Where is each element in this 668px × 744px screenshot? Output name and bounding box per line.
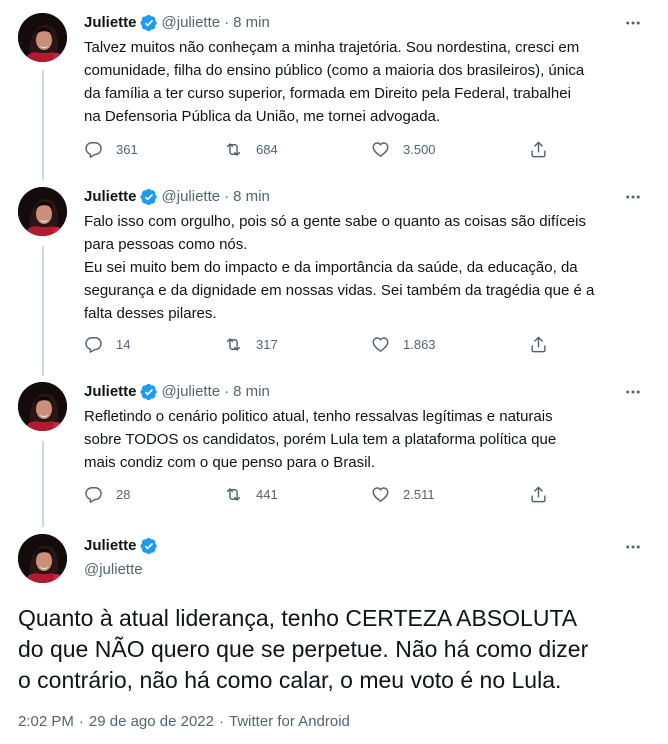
retweet-count: 317: [256, 337, 278, 352]
tweet-date[interactable]: 29 de ago de 2022: [89, 713, 214, 730]
share-icon: [529, 485, 548, 504]
tweet-source[interactable]: Twitter for Android: [229, 713, 350, 730]
tweet-text: Falo isso com orgulho, pois só a gente s…: [84, 213, 595, 322]
separator-dot: ·: [78, 713, 84, 730]
more-icon[interactable]: [624, 383, 642, 401]
main-tweet-text: Quanto à atual liderança, tenho CERTEZA …: [18, 605, 589, 693]
share-button[interactable]: [529, 485, 561, 504]
tweet-actions: 14 317 1.863: [84, 335, 559, 359]
more-icon[interactable]: [624, 538, 642, 556]
avatar[interactable]: [18, 187, 67, 236]
share-icon: [529, 335, 548, 354]
reply-count: 28: [116, 487, 131, 502]
reply-icon: [84, 485, 103, 504]
separator-dot: ·: [219, 713, 224, 730]
verified-badge-icon: [140, 383, 158, 401]
retweet-count: 441: [256, 487, 278, 502]
reply-icon: [84, 140, 103, 159]
verified-badge-icon: [140, 188, 158, 206]
author-handle[interactable]: @juliette: [162, 382, 221, 402]
like-button[interactable]: 3.500: [371, 140, 436, 159]
reply-icon: [84, 335, 103, 354]
like-count: 2.511: [403, 487, 435, 502]
tweet-timestamp[interactable]: 2:02 PM: [18, 713, 74, 730]
more-icon[interactable]: [624, 188, 642, 206]
reply-button[interactable]: 361: [84, 140, 138, 159]
tweet-thread: Juliette @juliette · 8 min Talvez muitos…: [0, 0, 668, 744]
separator-dot: ·: [224, 188, 230, 205]
avatar[interactable]: [18, 534, 67, 583]
retweet-icon: [224, 335, 243, 354]
share-icon: [529, 140, 548, 159]
thread-line: [42, 246, 44, 376]
tweet-header: Juliette @juliette · 8 min: [84, 382, 270, 402]
separator-dot: ·: [224, 383, 230, 400]
reply-button[interactable]: 14: [84, 335, 130, 354]
like-icon: [371, 335, 390, 354]
retweet-button[interactable]: 317: [224, 335, 278, 354]
verified-badge-icon: [140, 14, 158, 32]
like-button[interactable]: 1.863: [371, 335, 436, 354]
tweet-actions: 361 684 3.500: [84, 140, 559, 164]
reply-count: 361: [116, 142, 138, 157]
author-name[interactable]: Juliette: [84, 13, 137, 33]
author-handle[interactable]: @juliette: [84, 560, 162, 580]
tweet-text: Talvez muitos não conheçam a minha traje…: [84, 39, 585, 125]
tweet-header: Juliette @juliette · 8 min: [84, 13, 270, 33]
author-name[interactable]: Juliette: [84, 187, 137, 207]
like-count: 1.863: [403, 337, 436, 352]
reply-count: 14: [116, 337, 131, 352]
separator-dot: ·: [224, 14, 230, 31]
like-icon: [371, 140, 390, 159]
author-handle[interactable]: @juliette: [162, 187, 221, 207]
author-name[interactable]: Juliette: [84, 382, 137, 402]
tweet-actions: 28 441 2.511: [84, 485, 559, 509]
like-icon: [371, 485, 390, 504]
retweet-icon: [224, 140, 243, 159]
share-button[interactable]: [529, 140, 561, 159]
thread-line: [42, 441, 44, 527]
tweet-text: Refletindo o cenário politico atual, ten…: [84, 408, 557, 471]
thread-line: [42, 70, 44, 180]
tweet-header: Juliette @juliette · 8 min: [84, 187, 270, 207]
retweet-button[interactable]: 441: [224, 485, 278, 504]
avatar[interactable]: [18, 382, 67, 431]
like-button[interactable]: 2.511: [371, 485, 435, 504]
like-count: 3.500: [403, 142, 436, 157]
author-name[interactable]: Juliette: [84, 536, 137, 556]
retweet-icon: [224, 485, 243, 504]
avatar[interactable]: [18, 13, 67, 62]
verified-badge-icon: [140, 537, 158, 555]
retweet-button[interactable]: 684: [224, 140, 278, 159]
share-button[interactable]: [529, 335, 561, 354]
retweet-count: 684: [256, 142, 278, 157]
author-handle[interactable]: @juliette: [162, 13, 221, 33]
more-icon[interactable]: [624, 14, 642, 32]
tweet-header: Juliette @juliette: [84, 536, 162, 580]
reply-button[interactable]: 28: [84, 485, 130, 504]
tweet-time[interactable]: 8 min: [233, 13, 270, 33]
tweet-metadata: 2:02 PM · 29 de ago de 2022 · Twitter for An…: [18, 713, 350, 730]
tweet-time[interactable]: 8 min: [233, 187, 270, 207]
tweet-time[interactable]: 8 min: [233, 382, 270, 402]
